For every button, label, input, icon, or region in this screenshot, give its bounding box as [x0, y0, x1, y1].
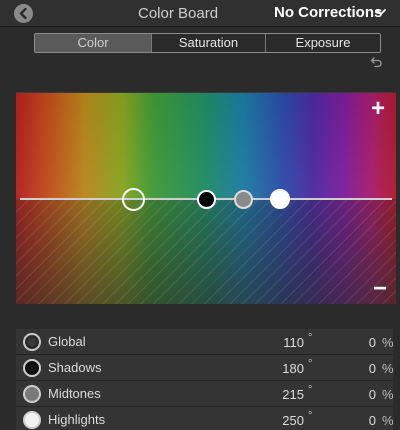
corrections-dropdown[interactable]: No Corrections — [274, 4, 382, 21]
degree-unit: ° — [308, 384, 313, 396]
inspector-header: Color Board No Corrections — [0, 0, 400, 27]
board-tabs: Color Saturation Exposure — [34, 33, 381, 53]
minus-label: − — [373, 275, 388, 302]
row-label: Global — [48, 334, 86, 349]
back-button[interactable] — [14, 4, 33, 23]
percent-unit: % — [382, 387, 394, 402]
degree-unit: ° — [308, 410, 313, 422]
row-label: Shadows — [48, 360, 102, 375]
degree-unit: ° — [308, 358, 313, 370]
undo-reset-icon[interactable] — [370, 56, 383, 68]
shadows-puck-icon — [23, 359, 41, 377]
percent-value-field[interactable]: 0 — [338, 387, 376, 402]
chevron-down-icon[interactable] — [376, 9, 386, 16]
row-midtones: Midtones 215 ° 0 % — [16, 381, 394, 407]
midtones-puck-icon — [23, 385, 41, 403]
tab-exposure[interactable]: Exposure — [266, 34, 380, 52]
highlights-puck[interactable] — [270, 189, 290, 209]
shadows-puck[interactable] — [197, 190, 216, 209]
row-global: Global 110 ° 0 % — [16, 329, 394, 355]
global-puck-icon — [23, 333, 41, 351]
color-board[interactable]: + − — [16, 92, 396, 304]
percent-unit: % — [382, 413, 394, 428]
degree-unit: ° — [308, 332, 313, 344]
highlights-puck-icon — [23, 411, 41, 429]
hue-value-field[interactable]: 250 — [266, 413, 304, 428]
board-top-area — [16, 93, 396, 199]
hue-value-field[interactable]: 110 — [266, 335, 304, 350]
tab-saturation[interactable]: Saturation — [152, 34, 266, 52]
midtones-puck[interactable] — [234, 190, 253, 209]
row-highlights: Highlights 250 ° 0 % — [16, 407, 394, 430]
row-shadows: Shadows 180 ° 0 % — [16, 355, 394, 381]
percent-unit: % — [382, 335, 394, 350]
plus-label: + — [371, 95, 386, 122]
hue-value-field[interactable]: 215 — [266, 387, 304, 402]
global-puck[interactable] — [122, 188, 145, 211]
back-arrow-icon — [19, 7, 27, 20]
percent-value-field[interactable]: 0 — [338, 413, 376, 428]
page-title: Color Board — [138, 5, 219, 22]
row-label: Midtones — [48, 386, 101, 401]
percent-value-field[interactable]: 0 — [338, 361, 376, 376]
hue-value-field[interactable]: 180 — [266, 361, 304, 376]
tab-color[interactable]: Color — [35, 34, 152, 52]
row-label: Highlights — [48, 412, 106, 427]
parameter-list: Global 110 ° 0 % Shadows 180 ° 0 % Midto… — [16, 329, 394, 430]
percent-unit: % — [382, 361, 394, 376]
board-hatch — [16, 199, 396, 304]
percent-value-field[interactable]: 0 — [338, 335, 376, 350]
